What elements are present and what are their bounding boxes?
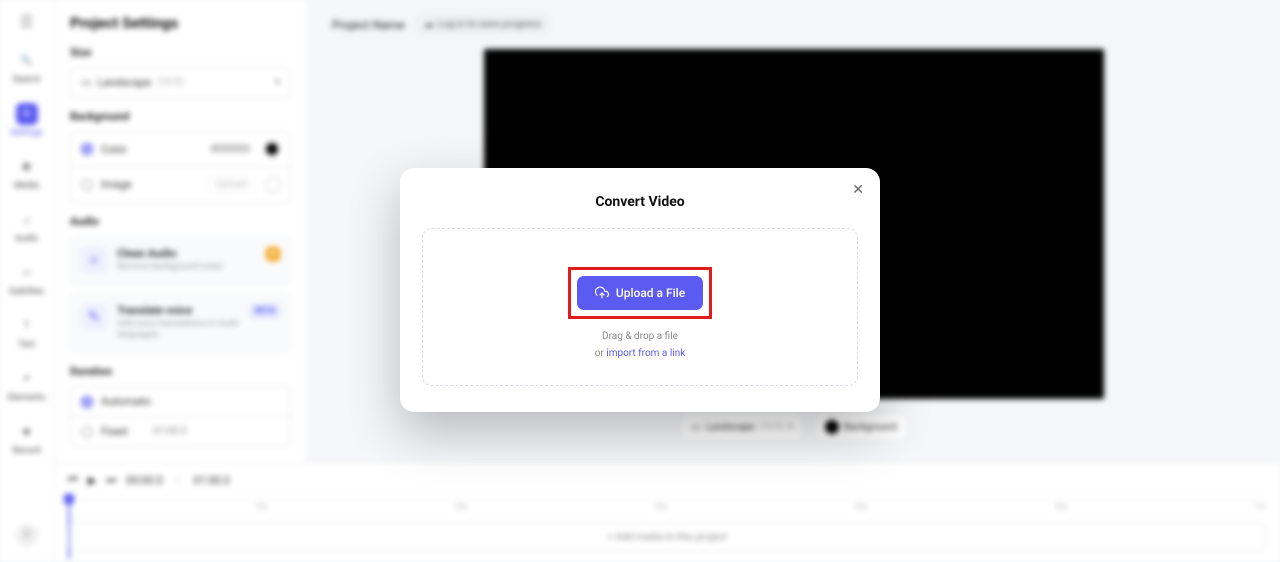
- drag-hint: Drag & drop a file: [439, 331, 841, 342]
- upload-cloud-icon: [595, 286, 609, 300]
- import-hint: or import from a link: [439, 348, 841, 359]
- modal-overlay: ✕ Convert Video Upload a File Drag & dro…: [0, 0, 1280, 562]
- modal-title: Convert Video: [422, 194, 858, 210]
- upload-highlight: Upload a File: [568, 267, 712, 319]
- upload-dropzone[interactable]: Upload a File Drag & drop a file or impo…: [422, 228, 858, 386]
- import-link[interactable]: import from a link: [606, 348, 685, 359]
- convert-video-modal: ✕ Convert Video Upload a File Drag & dro…: [400, 168, 880, 412]
- close-button[interactable]: ✕: [852, 182, 864, 198]
- upload-file-button[interactable]: Upload a File: [577, 276, 703, 310]
